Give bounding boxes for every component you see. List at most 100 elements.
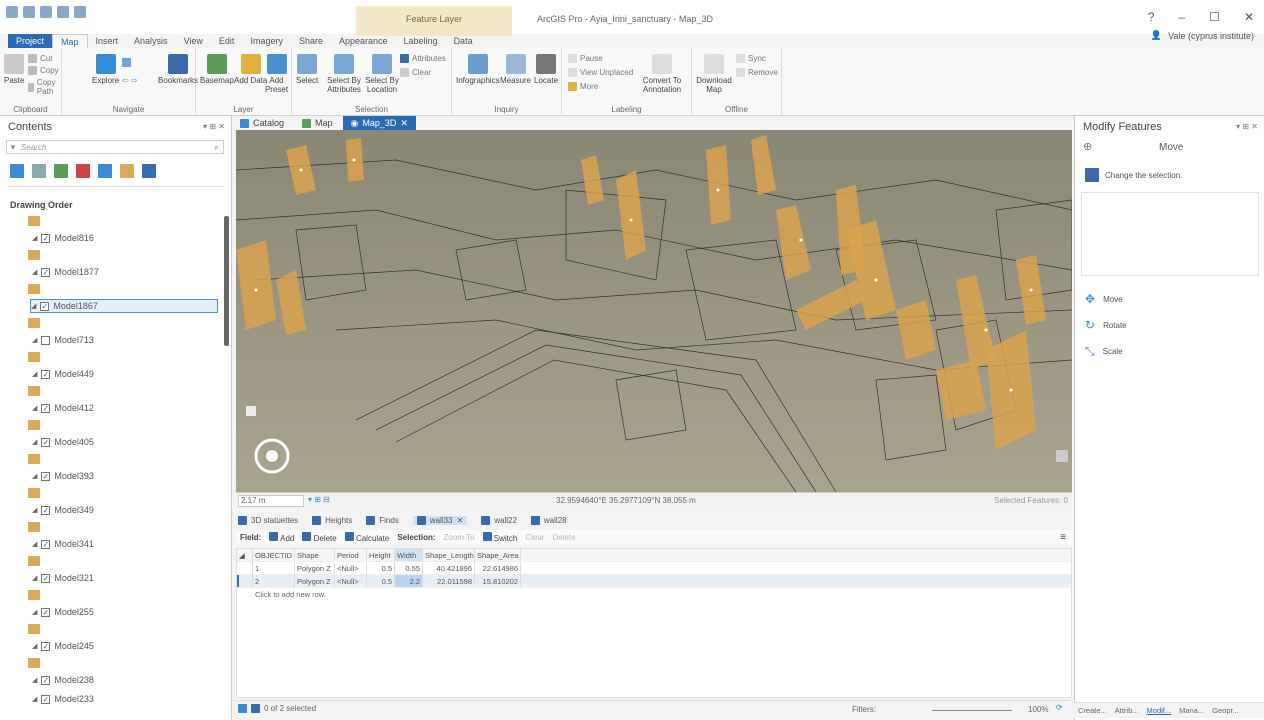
column-header[interactable]: Shape [295,549,335,561]
column-header[interactable]: Width [395,549,423,561]
add-field-button[interactable]: Add [269,531,294,543]
tab-wall22[interactable]: wall22 [481,515,517,525]
contents-scrollbar[interactable] [224,216,229,346]
redo-icon[interactable] [74,6,86,18]
table-cell[interactable]: <Null> [335,575,367,587]
search-input[interactable]: Search [21,143,210,152]
table-cell[interactable]: 0.55 [395,562,423,574]
zoom-to-button[interactable]: Zoom To [444,533,475,542]
expand-icon[interactable]: ◢ [32,404,37,412]
row-selector[interactable] [237,562,253,574]
expand-icon[interactable]: ◢ [32,676,37,684]
table-cell[interactable]: Polygon Z [295,575,335,587]
layer-item[interactable]: ◢ ✓ Model349 [14,486,224,520]
contents-search[interactable]: ▼ Search ⌕ [6,140,224,154]
convert-to-annotation-button[interactable]: Convert To Annotation [640,54,684,94]
visibility-checkbox[interactable]: ✓ [41,505,51,515]
new-project-icon[interactable] [6,6,18,18]
scale-input[interactable]: 2.17 m [238,495,304,507]
switch-button[interactable]: Switch [482,531,517,543]
tab-labeling[interactable]: Labeling [396,34,446,48]
expand-icon[interactable]: ◢ [32,695,37,703]
table-cell[interactable]: 22.011598 [423,575,475,587]
column-header[interactable]: Period [335,549,367,561]
zoom-slider[interactable] [932,710,1012,711]
clear-button[interactable]: Clear [400,68,431,77]
editing-list-icon[interactable] [76,164,90,178]
tab-insert[interactable]: Insert [88,34,127,48]
locate-button[interactable]: Locate [534,54,558,85]
restore-button[interactable]: ☐ [1209,10,1220,24]
paste-button[interactable]: Paste [4,54,24,85]
layer-item[interactable]: ◢ ✓ Model341 [14,520,224,554]
change-selection[interactable]: Change the selection. [1085,168,1182,182]
add-row-label[interactable]: Click to add new row. [237,588,328,601]
layer-item[interactable]: ◢ ✓ Model1877 [14,248,224,282]
tab-appearance[interactable]: Appearance [331,34,396,48]
basemap-button[interactable]: Basemap [200,54,234,85]
cut-button[interactable]: Cut [28,54,52,63]
table-cell[interactable]: 22.614986 [475,562,521,574]
table-cell[interactable]: 2.2 [395,575,423,587]
add-preset-button[interactable]: Add Preset [262,54,291,94]
table-cell[interactable]: 0.5 [367,575,395,587]
tab-catalog[interactable]: Catalog [232,116,292,130]
tab-analysis[interactable]: Analysis [126,34,176,48]
layer-item[interactable]: ◢ ✓ Model238 [14,656,224,690]
attributes-button[interactable]: Attributes [400,54,446,63]
tab-finds[interactable]: Finds [366,515,399,525]
tab-map-3d[interactable]: ◉ Map_3D ✕ [342,116,416,130]
expand-icon[interactable]: ◢ [32,268,37,276]
expand-icon[interactable]: ◢ [32,234,37,242]
table-cell[interactable]: 15.810202 [475,575,521,587]
table-cell[interactable]: 1 [253,562,295,574]
layer-item[interactable]: ◢ ✓ Model321 [14,554,224,588]
expand-icon[interactable]: ◢ [31,302,36,310]
tab-edit[interactable]: Edit [211,34,243,48]
undo-icon[interactable] [57,6,69,18]
table-cell[interactable]: <Null> [335,562,367,574]
delete-selection-button[interactable]: Delete [552,533,575,542]
menu-icon[interactable]: ≡ [1060,532,1066,543]
column-header[interactable]: OBJECTID [253,549,295,561]
back-icon[interactable]: ⊕ [1083,140,1092,153]
visibility-checkbox[interactable]: ✓ [40,301,50,311]
visibility-checkbox[interactable]: ✓ [41,573,51,583]
map-canvas[interactable] [236,130,1072,492]
delete-field-button[interactable]: Delete [302,531,337,543]
visibility-checkbox[interactable]: ✓ [41,539,51,549]
column-header[interactable]: Height [367,549,395,561]
expand-icon[interactable]: ◢ [32,540,37,548]
more-labels-button[interactable]: More [568,82,598,91]
labeling-list-icon[interactable] [120,164,134,178]
close-tab-icon[interactable]: ✕ [400,118,408,129]
open-project-icon[interactable] [23,6,35,18]
close-tab-icon[interactable]: ✕ [457,516,464,525]
visibility-checkbox[interactable]: ✓ [41,369,51,379]
remove-button[interactable]: Remove [736,68,778,77]
expand-icon[interactable]: ◢ [32,506,37,514]
tab-3d-statuettes[interactable]: 3D statuettes [238,515,298,525]
select-button[interactable]: Select [296,54,318,85]
explore-button[interactable]: Explore [92,54,119,85]
visibility-checkbox[interactable]: ✓ [41,233,51,243]
navigator-expand-icon[interactable] [246,406,256,416]
selection-list-icon[interactable] [54,164,68,178]
map-corner-icon[interactable] [1056,450,1068,462]
drawing-order-icon[interactable] [10,164,24,178]
visibility-checkbox[interactable]: ✓ [41,641,51,651]
refresh-icon[interactable]: ⟳ [1056,703,1063,712]
add-row[interactable]: Click to add new row. [237,588,1071,601]
calculate-button[interactable]: Calculate [344,531,389,543]
table-cell[interactable]: 0.5 [367,562,395,574]
close-button[interactable]: ✕ [1244,10,1254,24]
visibility-checkbox[interactable]: ✓ [41,437,51,447]
tab-wall33[interactable]: wall33 ✕ [412,515,468,525]
visibility-checkbox[interactable]: ✓ [41,675,51,685]
layer-item[interactable]: ◢ ✓ Model449 [14,350,224,384]
view-unplaced-button[interactable]: View Unplaced [568,68,633,77]
full-extent-button[interactable] [122,58,131,67]
select-by-attributes-button[interactable]: Select By Attributes [326,54,362,94]
layer-item[interactable]: ◢ ✓ Model245 [14,622,224,656]
visibility-checkbox[interactable]: ✓ [41,607,51,617]
